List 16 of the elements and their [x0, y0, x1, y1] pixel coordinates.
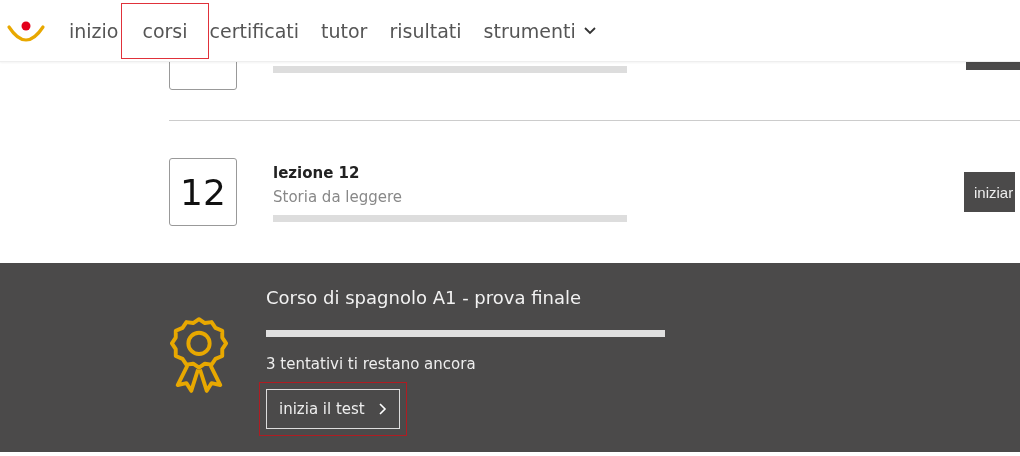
start-button[interactable]: iniziar: [964, 172, 1016, 212]
final-test-title: Corso di spagnolo A1 - prova finale: [266, 287, 583, 308]
nav-link[interactable]: risultati: [388, 2, 463, 59]
lesson-number-box: 12: [169, 158, 237, 226]
nav-link[interactable]: certificati: [208, 2, 300, 59]
attempts-text: 3 tentativi ti restano ancora: [266, 355, 477, 373]
nav-link[interactable]: corsi: [121, 2, 209, 59]
start-button[interactable]: [966, 62, 1020, 70]
lesson-title: lezione 12: [273, 164, 361, 182]
chevron-right-icon: [378, 403, 387, 415]
nav-link[interactable]: strumenti: [482, 2, 597, 59]
lesson-subtitle: Storia da leggere: [273, 188, 404, 206]
nav-link[interactable]: inizio: [68, 2, 120, 59]
award-icon: [168, 315, 230, 395]
chevron-down-icon: [583, 26, 596, 35]
nav-link[interactable]: tutor: [320, 2, 369, 59]
